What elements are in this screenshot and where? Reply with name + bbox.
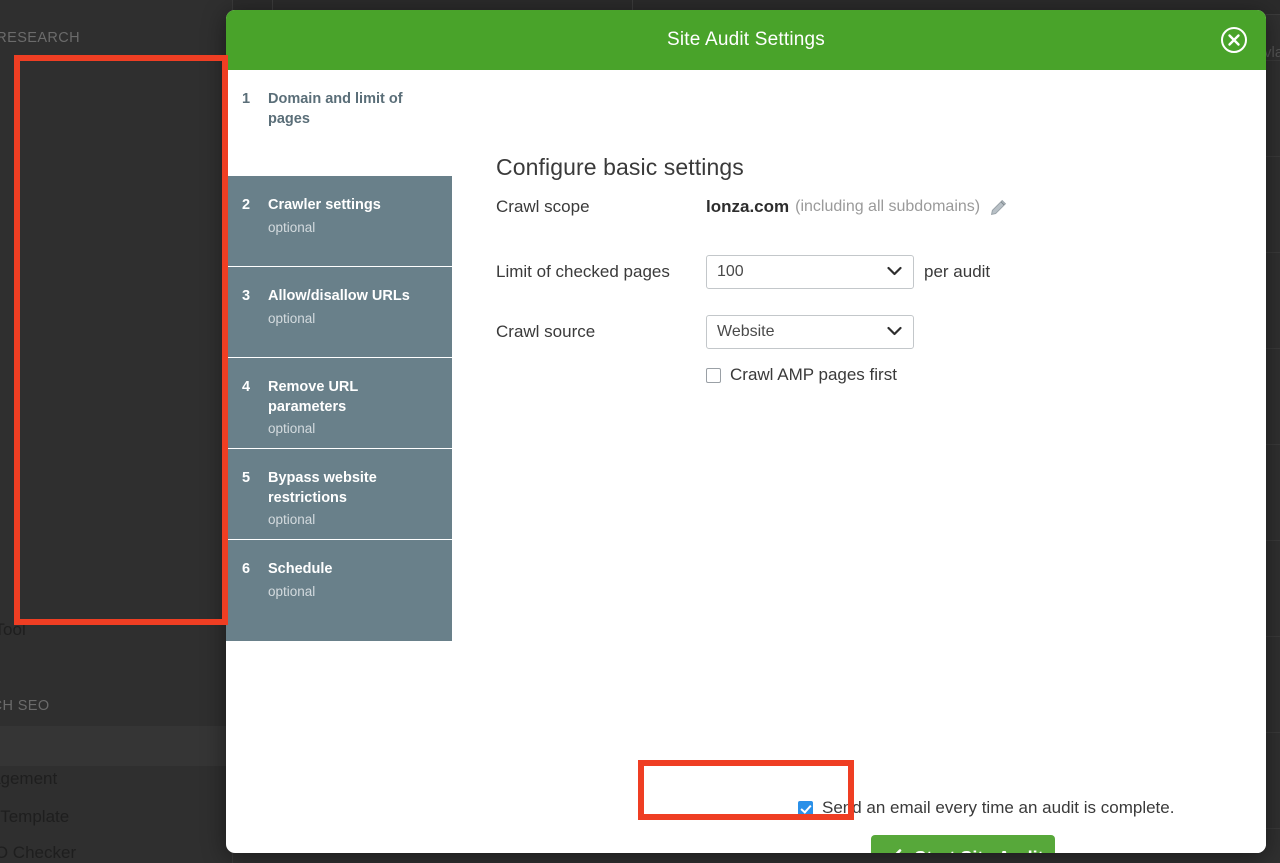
step-title: Domain and limit of pages xyxy=(268,91,403,127)
close-icon[interactable] xyxy=(1220,26,1248,54)
step-number: 6 xyxy=(242,561,251,577)
crawl-scope-note: (including all subdomains) xyxy=(795,198,981,215)
limit-pages-label: Limit of checked pages xyxy=(496,262,670,281)
crawl-source-value: Website xyxy=(717,323,775,340)
start-site-audit-button[interactable]: Start Site Audit xyxy=(871,835,1055,853)
step-number: 5 xyxy=(242,470,251,486)
step-number: 1 xyxy=(242,91,251,107)
crawl-amp-row: Crawl AMP pages first xyxy=(706,365,897,385)
crawl-amp-label: Crawl AMP pages first xyxy=(730,365,897,384)
background-nav-highlight xyxy=(0,726,232,766)
crawler-settings-link[interactable]: Crawler settings xyxy=(1265,846,1266,853)
limit-pages-select[interactable]: 100 xyxy=(706,255,914,289)
sidebar-item-step-3[interactable]: 3 Allow/disallow URLs optional xyxy=(226,266,452,357)
page-title: Configure basic settings xyxy=(496,154,744,180)
step-number: 2 xyxy=(242,197,251,213)
background-nav-item: Management xyxy=(0,769,58,788)
chevron-down-icon xyxy=(887,323,902,341)
background-section-label: TIVE RESEARCH xyxy=(0,30,81,46)
step-optional: optional xyxy=(268,421,316,437)
crawl-scope-value: lonza.com xyxy=(706,197,790,216)
check-icon xyxy=(882,848,902,853)
modal-header: Site Audit Settings xyxy=(226,10,1266,70)
limit-pages-row: Limit of checked pages 100 per audit xyxy=(496,255,990,289)
background-sidebar: TIVE RESEARCH O an R H C C D H C H I H I… xyxy=(0,0,233,863)
step-optional: optional xyxy=(268,512,316,528)
sidebar-item-step-2[interactable]: 2 Crawler settings optional xyxy=(226,175,452,266)
crawl-source-row: Crawl source Website xyxy=(496,315,914,349)
modal-body: 1 Domain and limit of pages 2 Crawler se… xyxy=(226,70,1266,853)
background-nav-item: alysis xyxy=(0,645,1,665)
per-audit-label: per audit xyxy=(924,262,991,281)
background-nav-item: e SEO Checker xyxy=(0,843,77,862)
chevron-down-icon xyxy=(887,263,902,281)
site-audit-settings-modal: Site Audit Settings 1 Domain and limit o… xyxy=(226,10,1266,853)
background-right-text: vla xyxy=(1264,44,1280,61)
step-title: Bypass website restrictions xyxy=(268,470,377,506)
crawl-source-label: Crawl source xyxy=(496,322,596,341)
step-number: 3 xyxy=(242,288,251,304)
crawl-source-select[interactable]: Website xyxy=(706,315,914,349)
email-notification-checkbox[interactable] xyxy=(798,800,813,816)
sidebar-item-step-5[interactable]: 5 Bypass website restrictions optional xyxy=(226,448,452,539)
screen: TIVE RESEARCH O an R H C C D H C H I H I… xyxy=(0,0,1280,863)
step-optional: optional xyxy=(268,583,316,599)
step-title: Remove URL parameters xyxy=(268,379,358,415)
step-optional: optional xyxy=(268,219,316,235)
email-notification-row: Send an email every time an audit is com… xyxy=(798,798,1174,818)
limit-pages-value: 100 xyxy=(717,263,744,280)
background-nav-item: ding Tool xyxy=(0,620,26,639)
modal-title: Site Audit Settings xyxy=(666,29,825,50)
step-title: Schedule xyxy=(268,561,333,577)
email-notification-label: Send an email every time an audit is com… xyxy=(822,798,1175,817)
crawl-amp-checkbox[interactable] xyxy=(706,367,721,383)
step-title: Crawler settings xyxy=(268,197,381,213)
background-section-label-2: & TECH SEO xyxy=(0,698,50,714)
step-number: 4 xyxy=(242,379,251,395)
crawl-scope-row: Crawl scope lonza.com (including all sub… xyxy=(496,197,1007,217)
step-title: Allow/disallow URLs xyxy=(268,288,410,304)
crawler-settings-label: Crawler settings xyxy=(1265,846,1266,853)
sidebar-item-step-1[interactable]: 1 Domain and limit of pages xyxy=(226,70,452,175)
steps-sidebar: 1 Domain and limit of pages 2 Crawler se… xyxy=(226,70,452,641)
start-site-audit-label: Start Site Audit xyxy=(914,848,1043,854)
sidebar-item-step-6[interactable]: 6 Schedule optional xyxy=(226,539,452,641)
settings-panel: Configure basic settings Crawl scope lon… xyxy=(452,70,1266,853)
sidebar-item-step-4[interactable]: 4 Remove URL parameters optional xyxy=(226,357,452,448)
step-optional: optional xyxy=(268,310,316,326)
pencil-icon[interactable] xyxy=(990,199,1007,216)
crawl-scope-label: Crawl scope xyxy=(496,197,590,216)
background-nav-item: ntent Template xyxy=(0,807,70,826)
